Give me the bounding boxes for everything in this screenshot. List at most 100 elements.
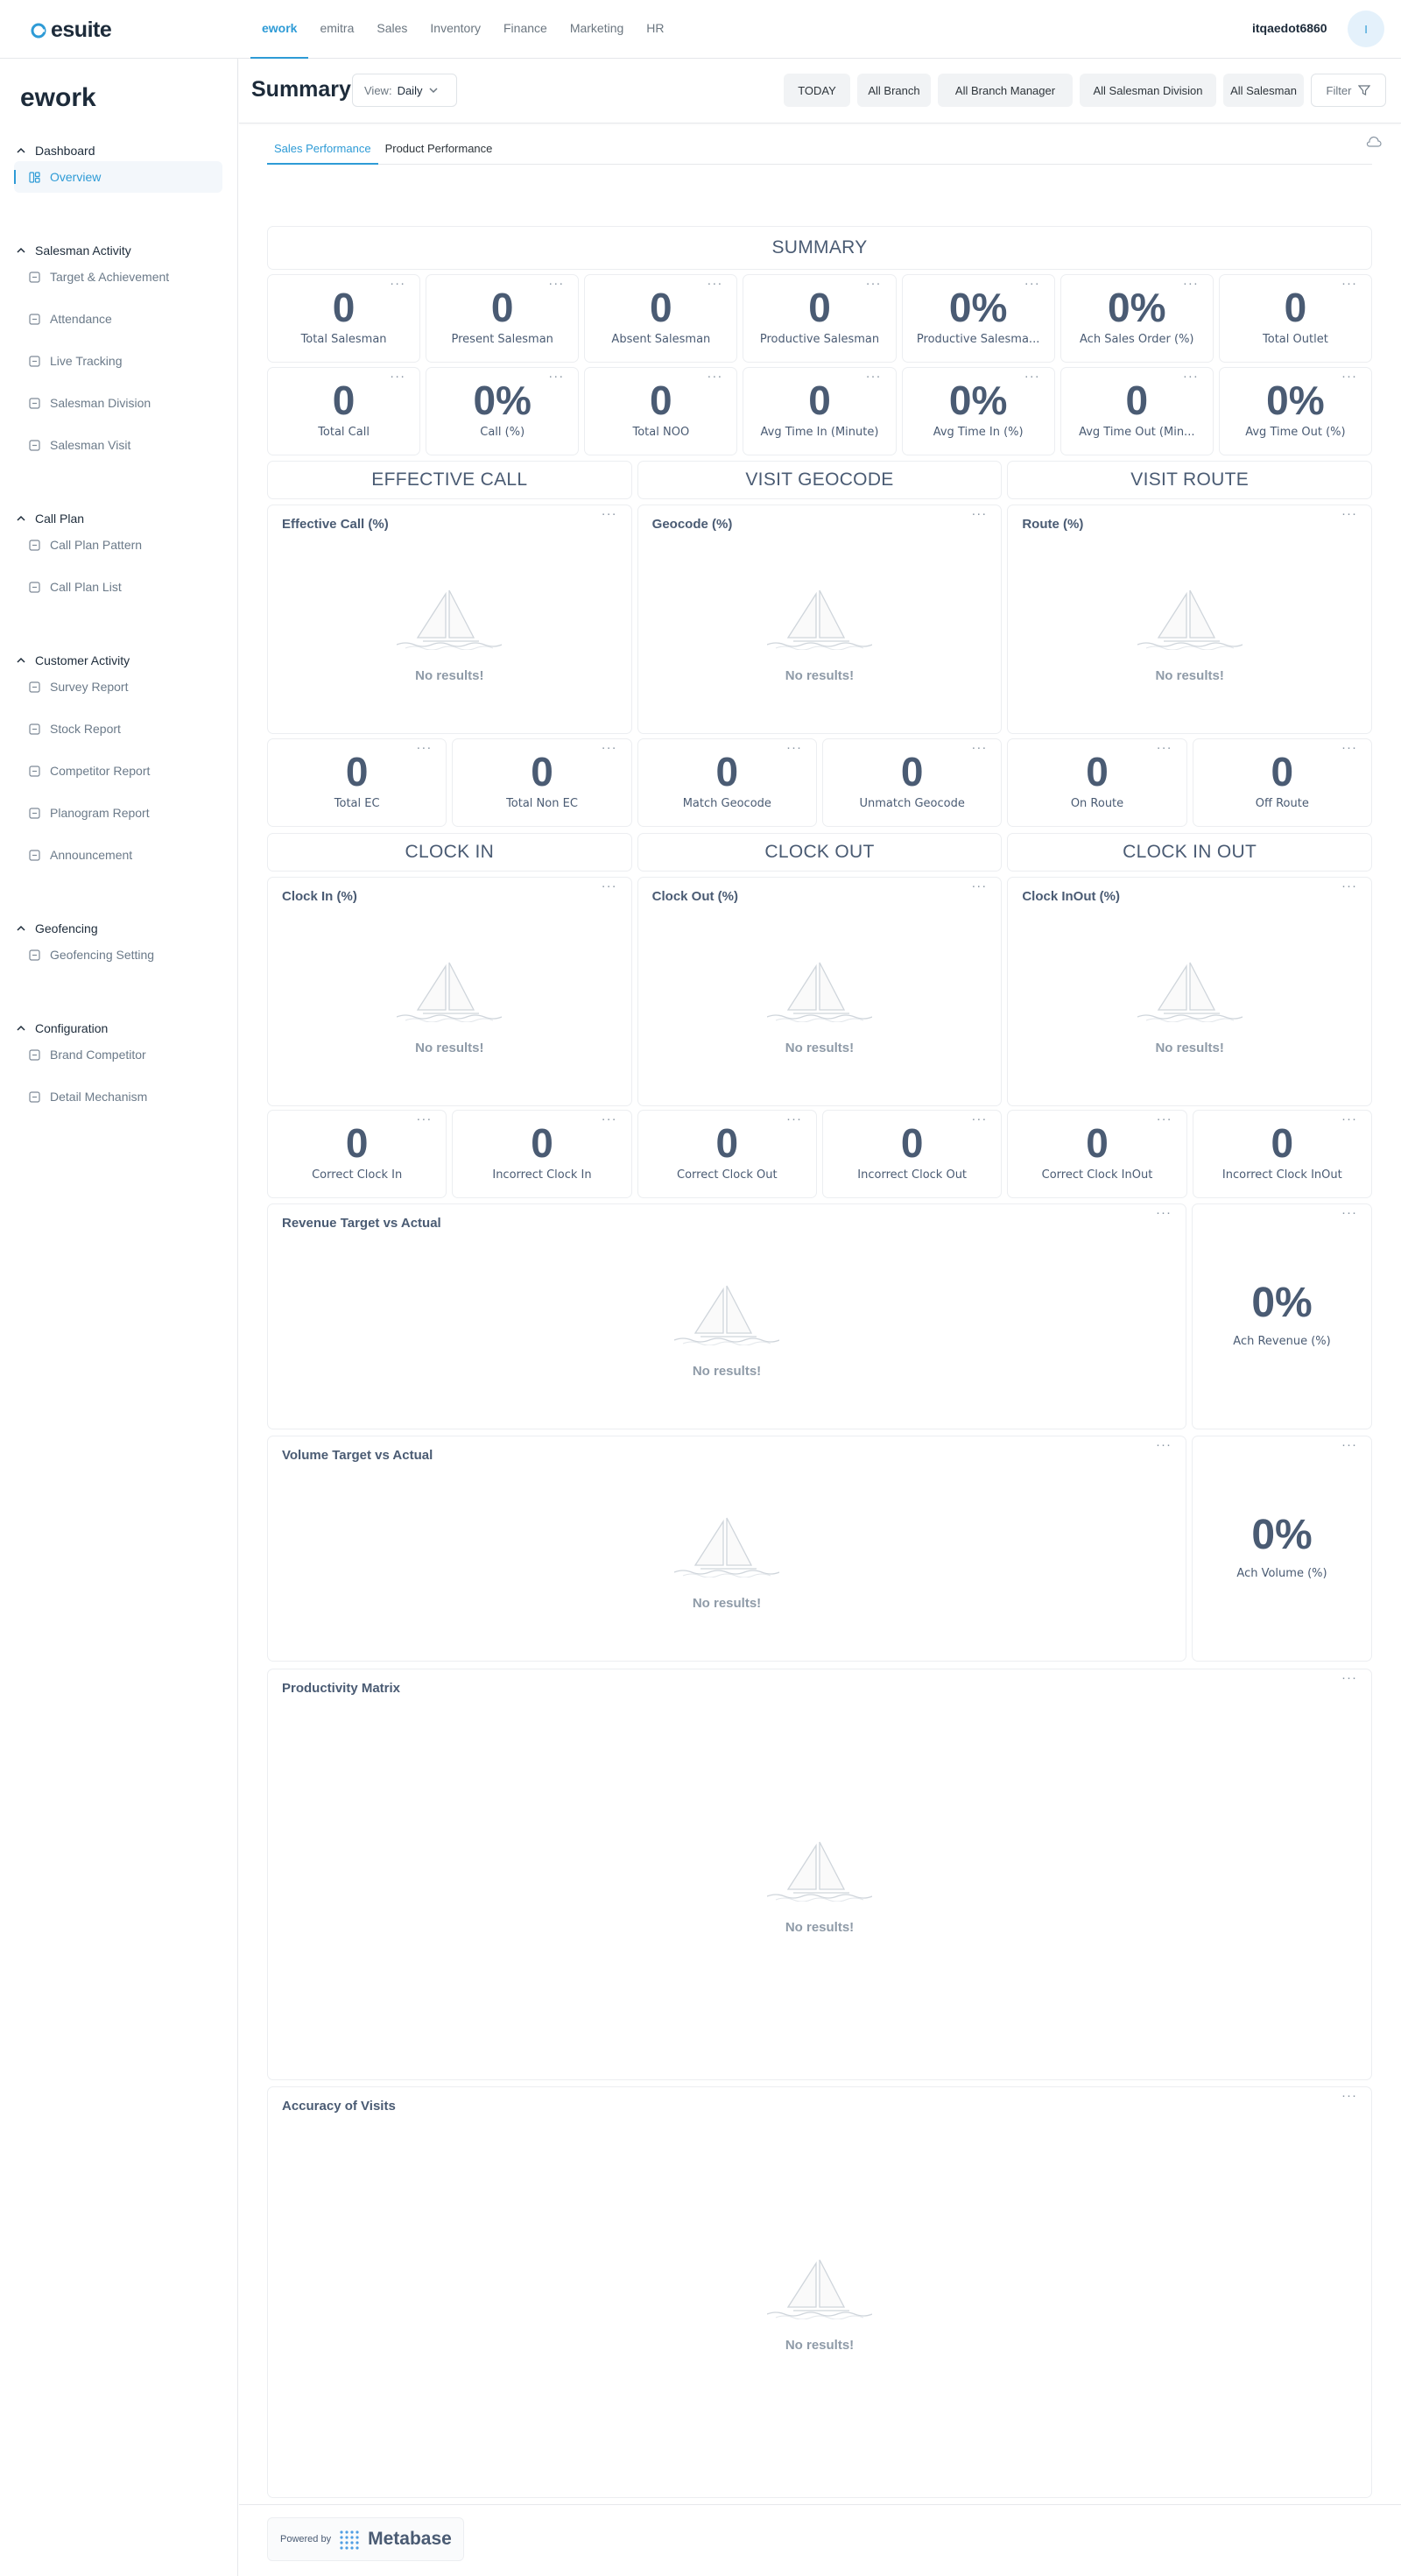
more-options-icon[interactable]: ··· <box>971 879 987 893</box>
sidebar-section-salesman-activity[interactable]: Salesman Activity <box>16 243 131 258</box>
filter-branch-button[interactable]: All Branch <box>857 74 931 107</box>
nav-item-sales[interactable]: Sales <box>365 0 419 59</box>
section-header-clock-out: CLOCK OUT <box>637 833 1003 872</box>
kpi-card-ach-revenue: ··· 0% Ach Revenue (%) <box>1192 1203 1372 1429</box>
more-options-icon[interactable]: ··· <box>602 879 617 893</box>
sidebar-item-detail-mechanism[interactable]: Detail Mechanism <box>28 1081 147 1112</box>
sidebar-item-brand-competitor[interactable]: Brand Competitor <box>28 1039 146 1070</box>
user-name[interactable]: itqaedot6860 <box>1252 21 1327 35</box>
stat-label: Total NOO <box>632 426 690 439</box>
nav-item-emitra[interactable]: emitra <box>308 0 365 59</box>
nav-item-hr[interactable]: HR <box>635 0 675 59</box>
section-header-visit-route: VISIT ROUTE <box>1007 461 1372 499</box>
clipboard-icon <box>28 681 41 694</box>
sidebar-item-geofencing-setting[interactable]: Geofencing Setting <box>28 939 154 970</box>
more-options-icon[interactable]: ··· <box>1156 1437 1172 1452</box>
sidebar-item-live-tracking[interactable]: Live Tracking <box>28 345 122 377</box>
filter-salesman-division-button[interactable]: All Salesman Division <box>1080 74 1216 107</box>
avatar[interactable]: I <box>1348 11 1384 47</box>
sidebar-item-announcement[interactable]: Announcement <box>28 839 132 871</box>
stat-card-total-noo: ··· 0 Total NOO <box>584 367 738 455</box>
filter-button-label: Filter <box>1326 83 1352 97</box>
sidebar-item-target-achievement[interactable]: Target & Achievement <box>28 261 169 293</box>
stat-value: 0 <box>900 1120 924 1166</box>
stat-label: Avg Time Out (%) <box>1245 426 1346 439</box>
view-select[interactable]: View: Daily <box>352 74 457 107</box>
sidebar-item-label: Survey Report <box>50 680 129 694</box>
more-options-icon[interactable]: ··· <box>1156 1205 1172 1220</box>
tab-product-performance[interactable]: Product Performance <box>378 136 500 165</box>
no-results-text: No results! <box>692 1596 762 1611</box>
nav-item-finance[interactable]: Finance <box>492 0 559 59</box>
sidebar-section-label: Geofencing <box>35 921 98 935</box>
filter-today-button[interactable]: TODAY <box>784 74 850 107</box>
nav-item-ework[interactable]: ework <box>250 0 309 59</box>
sidebar-item-call-plan-list[interactable]: Call Plan List <box>28 571 122 603</box>
empty-state: No results! <box>268 959 631 1055</box>
kpi-card-ach-volume: ··· 0% Ach Volume (%) <box>1192 1436 1372 1662</box>
sidebar-item-attendance[interactable]: Attendance <box>28 303 112 335</box>
brand-name: esuite <box>51 18 112 42</box>
sidebar-section-geofencing[interactable]: Geofencing <box>16 921 98 935</box>
sidebar-section-customer-activity[interactable]: Customer Activity <box>16 653 130 667</box>
sidebar-item-salesman-division[interactable]: Salesman Division <box>28 387 151 419</box>
sidebar-item-stock-report[interactable]: Stock Report <box>28 713 121 745</box>
card-title: Revenue Target vs Actual <box>282 1216 441 1231</box>
filter-salesman-button[interactable]: All Salesman <box>1223 74 1304 107</box>
stat-card-total-salesman: ··· 0 Total Salesman <box>267 274 421 363</box>
sidebar-item-call-plan-pattern[interactable]: Call Plan Pattern <box>28 529 142 561</box>
empty-state: No results! <box>268 1838 1371 1935</box>
kpi-value: 0% <box>1251 1512 1313 1558</box>
sailboat-icon <box>766 589 872 650</box>
chart-card-geocode: ··· Geocode (%) No results! <box>637 505 1003 734</box>
powered-by-metabase[interactable]: Powered by Metabase <box>267 2517 464 2561</box>
tab-sales-performance[interactable]: Sales Performance <box>267 136 378 165</box>
nav-item-marketing[interactable]: Marketing <box>559 0 635 59</box>
dashboard-header: Summary View: Daily TODAY All Branch All… <box>239 59 1401 124</box>
store-icon <box>28 439 41 452</box>
stat-label: Avg Time In (Minute) <box>760 426 879 439</box>
sailboat-icon <box>766 962 872 1022</box>
stat-value: 0 <box>531 1120 553 1166</box>
stat-label: On Route <box>1070 797 1124 810</box>
nav-item-inventory[interactable]: Inventory <box>419 0 492 59</box>
chevron-up-icon <box>17 515 25 521</box>
report-icon <box>28 807 41 820</box>
sidebar-item-planogram-report[interactable]: Planogram Report <box>28 797 150 829</box>
sidebar-section-configuration[interactable]: Configuration <box>16 1021 108 1035</box>
chevron-up-icon <box>17 657 25 663</box>
sidebar-item-overview[interactable]: Overview <box>14 161 222 193</box>
tag-icon <box>28 1048 41 1062</box>
more-options-icon[interactable]: ··· <box>1341 1437 1357 1452</box>
filter-button[interactable]: Filter <box>1311 74 1386 107</box>
more-options-icon[interactable]: ··· <box>971 506 987 521</box>
stat-card-avg-time-out: ··· 0% Avg Time Out (%) <box>1218 367 1372 455</box>
more-options-icon[interactable]: ··· <box>1341 506 1357 521</box>
sidebar-item-survey-report[interactable]: Survey Report <box>28 671 128 702</box>
sidebar-item-competitor-report[interactable]: Competitor Report <box>28 755 150 787</box>
stat-value: 0 <box>490 285 514 330</box>
more-options-icon[interactable]: ··· <box>602 506 617 521</box>
esuite-logo[interactable]: esuite <box>30 18 112 43</box>
more-options-icon[interactable]: ··· <box>1341 2088 1357 2103</box>
sidebar-item-label: Stock Report <box>50 722 121 736</box>
stat-value: 0 <box>808 378 831 423</box>
stat-value: 0% <box>1108 285 1166 330</box>
no-results-text: No results! <box>785 668 855 683</box>
sidebar-item-salesman-visit[interactable]: Salesman Visit <box>28 429 130 461</box>
stat-value: 0 <box>650 378 672 423</box>
more-options-icon[interactable]: ··· <box>1341 1670 1357 1685</box>
users-icon <box>28 313 41 326</box>
more-options-icon[interactable]: ··· <box>1341 879 1357 893</box>
no-results-text: No results! <box>785 2338 855 2353</box>
dashboard-tabs: Sales Performance Product Performance <box>267 136 1372 165</box>
stat-label: Present Salesman <box>451 333 553 346</box>
sidebar-section-call-plan[interactable]: Call Plan <box>16 512 84 526</box>
sidebar-section-dashboard[interactable]: Dashboard <box>16 144 95 158</box>
report-icon <box>28 765 41 778</box>
cloud-sync-icon[interactable] <box>1366 136 1382 148</box>
more-options-icon[interactable]: ··· <box>1341 1205 1357 1220</box>
stat-label: Incorrect Clock In <box>492 1168 592 1182</box>
filter-branch-manager-button[interactable]: All Branch Manager <box>938 74 1073 107</box>
stat-label: Match Geocode <box>682 797 771 810</box>
